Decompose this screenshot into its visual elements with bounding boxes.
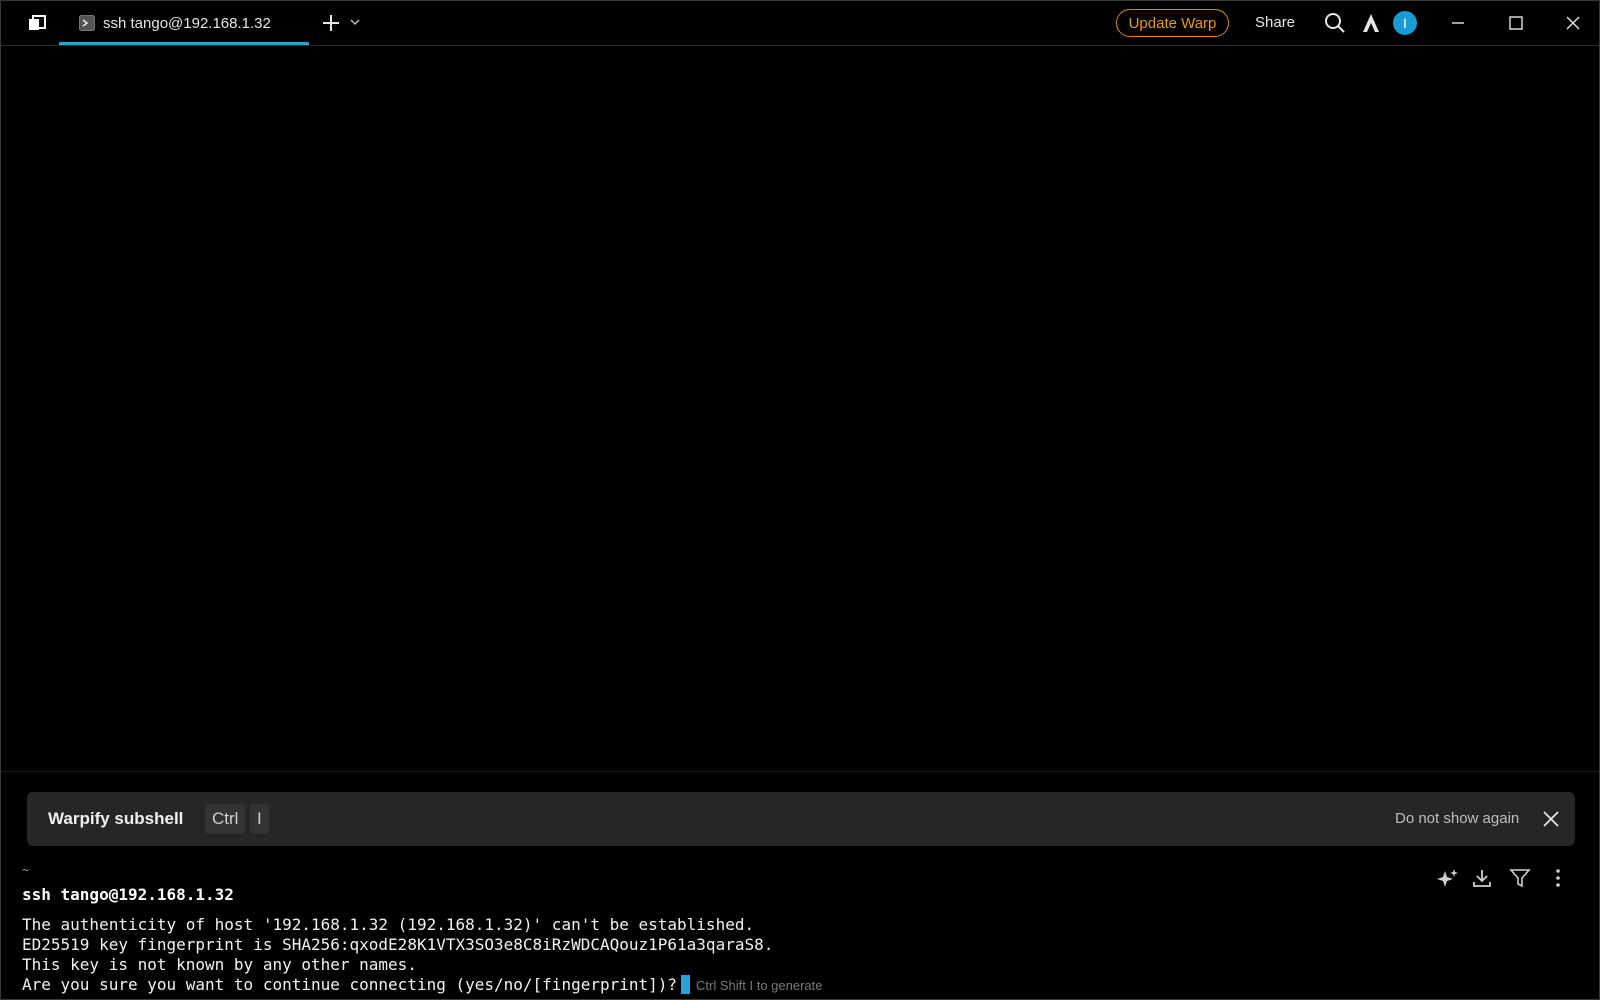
sparkle-icon[interactable] bbox=[1437, 867, 1459, 889]
block-command: ssh tango@192.168.1.32 bbox=[22, 885, 234, 904]
shortcut-key-i: I bbox=[250, 804, 269, 834]
warp-ai-icon[interactable] bbox=[1360, 12, 1382, 34]
share-button[interactable]: Share bbox=[1255, 9, 1295, 37]
more-vertical-icon[interactable] bbox=[1547, 867, 1569, 889]
filter-icon[interactable] bbox=[1509, 867, 1531, 889]
download-icon[interactable] bbox=[1471, 867, 1493, 889]
tab-label: ssh tango@192.168.1.32 bbox=[103, 14, 271, 32]
text-cursor bbox=[681, 975, 691, 994]
close-icon[interactable] bbox=[1561, 11, 1585, 35]
do-not-show-again-button[interactable]: Do not show again bbox=[1395, 792, 1519, 846]
avatar[interactable]: I bbox=[1393, 11, 1417, 35]
warp-window: ssh tango@192.168.1.32 Update Warp Share… bbox=[0, 0, 1600, 1000]
output-line: ED25519 key fingerprint is SHA256:qxodE2… bbox=[22, 935, 774, 954]
warp-logo-icon[interactable] bbox=[27, 14, 47, 32]
maximize-icon[interactable] bbox=[1504, 11, 1528, 35]
tab-ssh-session[interactable]: ssh tango@192.168.1.32 bbox=[59, 1, 309, 45]
title-bar: ssh tango@192.168.1.32 Update Warp Share… bbox=[1, 1, 1599, 46]
banner-title: Warpify subshell bbox=[48, 809, 184, 828]
active-tab-indicator bbox=[59, 42, 309, 45]
output-line: Are you sure you want to continue connec… bbox=[22, 975, 678, 994]
output-line: The authenticity of host '192.168.1.32 (… bbox=[22, 915, 755, 934]
terminal-prompt-icon bbox=[79, 15, 95, 31]
prompt-line[interactable]: Are you sure you want to continue connec… bbox=[22, 975, 822, 994]
shortcut-key-ctrl: Ctrl bbox=[205, 804, 246, 834]
block-working-directory: ~ bbox=[22, 863, 30, 877]
close-icon[interactable] bbox=[1541, 809, 1561, 829]
update-warp-button[interactable]: Update Warp bbox=[1116, 9, 1229, 37]
warpify-subshell-banner: Warpify subshell Ctrl I Do not show agai… bbox=[27, 792, 1575, 846]
input-hint: Ctrl Shift I to generate bbox=[696, 978, 823, 993]
plus-icon[interactable] bbox=[319, 11, 343, 35]
minimize-icon[interactable] bbox=[1446, 11, 1470, 35]
blocklist-divider bbox=[1, 771, 1599, 772]
chevron-down-icon[interactable] bbox=[348, 15, 362, 29]
search-icon[interactable] bbox=[1324, 12, 1346, 34]
output-line: This key is not known by any other names… bbox=[22, 955, 417, 974]
